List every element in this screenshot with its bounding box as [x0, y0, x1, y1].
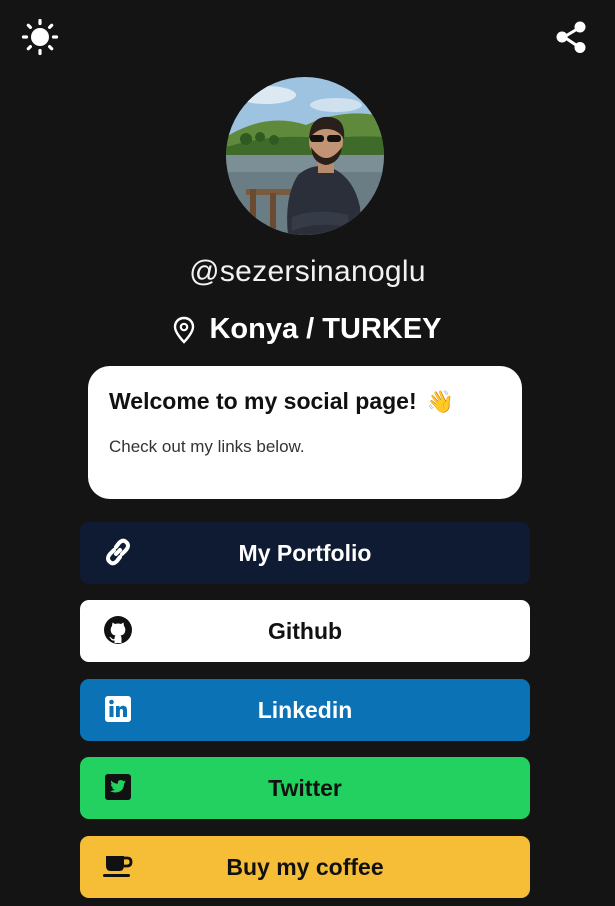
github-icon — [102, 614, 134, 646]
buy-coffee-link-label: Buy my coffee — [226, 853, 384, 880]
twitter-link-button[interactable]: Twitter — [80, 757, 530, 819]
github-link-button[interactable]: Github — [80, 600, 530, 662]
linkedin-icon — [102, 693, 134, 725]
social-links-page: @sezersinanoglu Konya / TURKEY Welcome t… — [0, 0, 615, 906]
welcome-subtitle: Check out my links below. — [109, 437, 305, 456]
twitter-icon — [102, 771, 134, 803]
link-icon — [102, 536, 134, 568]
linkedin-link-label: Linkedin — [257, 696, 353, 723]
wave-emoji: 👋 — [426, 388, 455, 414]
portfolio-link-label: My Portfolio — [238, 539, 372, 566]
share-icon — [556, 21, 586, 53]
twitter-link-label: Twitter — [268, 774, 342, 801]
share-button[interactable] — [552, 18, 590, 56]
location-text: Konya / TURKEY — [209, 313, 442, 345]
map-pin-icon — [174, 316, 195, 344]
welcome-title-row: Welcome to my social page! 👋 — [109, 388, 501, 415]
buy-coffee-link-button[interactable]: Buy my coffee — [80, 836, 530, 898]
portfolio-link-button[interactable]: My Portfolio — [80, 522, 530, 584]
welcome-title: Welcome to my social page! — [109, 388, 417, 414]
avatar — [226, 77, 384, 235]
sun-icon — [21, 18, 59, 56]
linkedin-link-button[interactable]: Linkedin — [80, 679, 530, 741]
location: Konya / TURKEY — [0, 313, 615, 346]
welcome-card: Welcome to my social page! 👋 Check out m… — [88, 366, 522, 499]
theme-toggle-button[interactable] — [21, 18, 59, 56]
github-link-label: Github — [267, 617, 343, 644]
coffee-icon — [102, 850, 134, 882]
username: @sezersinanoglu — [189, 255, 426, 288]
